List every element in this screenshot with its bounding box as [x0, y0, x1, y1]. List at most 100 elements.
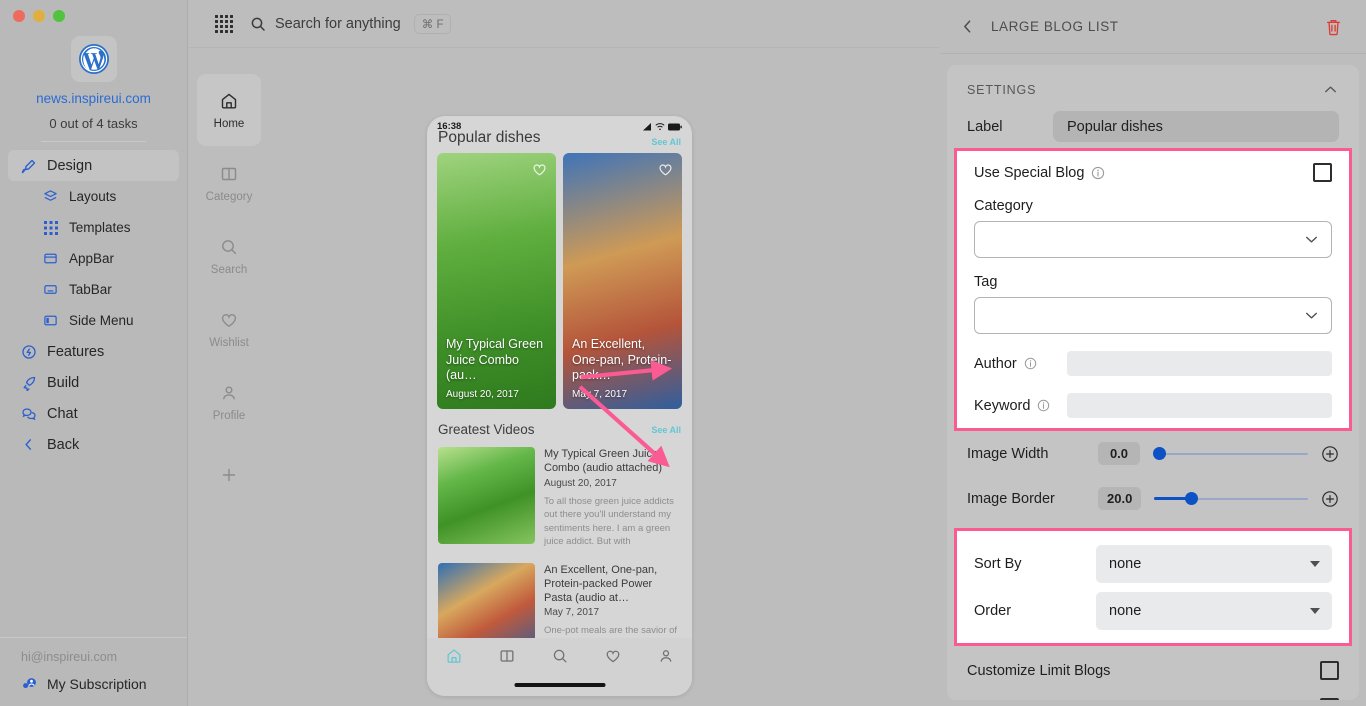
- plus-circle-icon[interactable]: [1321, 445, 1339, 463]
- keyword-input[interactable]: [1067, 393, 1332, 418]
- order-label: Order: [974, 602, 1012, 619]
- sort-by-value: none: [1109, 555, 1142, 572]
- heart-icon[interactable]: [657, 161, 674, 183]
- settings-section-header[interactable]: SETTINGS: [947, 65, 1359, 111]
- slider-knob[interactable]: [1185, 492, 1199, 505]
- videos-see-all-link[interactable]: See All: [651, 425, 681, 435]
- image-width-slider[interactable]: [1153, 446, 1308, 462]
- tabbar-category-icon[interactable]: [480, 647, 533, 665]
- enable-auto-sliding-checkbox[interactable]: [1320, 698, 1339, 700]
- info-icon[interactable]: [1037, 399, 1050, 412]
- sort-by-select[interactable]: none: [1096, 544, 1332, 583]
- sidebar-item-layouts[interactable]: Layouts: [8, 181, 179, 212]
- apps-grid-icon[interactable]: [215, 15, 233, 33]
- video-date: May 7, 2017: [544, 607, 600, 619]
- panel-header: LARGE BLOG LIST: [940, 0, 1366, 53]
- video-title: My Typical Green Juice Combo (audio atta…: [544, 448, 663, 475]
- use-special-blog-row[interactable]: Use Special Blog: [957, 163, 1349, 182]
- phone-status-bar: 16:38: [427, 116, 692, 132]
- caret-down-icon: [1310, 560, 1320, 567]
- tasks-counter: 0 out of 4 tasks: [49, 116, 138, 131]
- author-input[interactable]: [1067, 351, 1332, 376]
- sidebar-item-back[interactable]: Back: [8, 429, 179, 460]
- see-all-link[interactable]: See All: [651, 137, 681, 147]
- features-icon: [20, 343, 37, 360]
- blog-card[interactable]: My Typical Green Juice Combo (au… August…: [437, 153, 556, 409]
- minimize-window-button[interactable]: [33, 10, 45, 22]
- sidebar-item-templates[interactable]: Templates: [8, 212, 179, 243]
- customize-limit-blogs-checkbox[interactable]: [1320, 661, 1339, 680]
- tabbar-home-icon[interactable]: [427, 647, 480, 665]
- video-date: August 20, 2017: [544, 477, 617, 489]
- tabbar-search-icon[interactable]: [533, 647, 586, 665]
- subscription-icon: [21, 675, 38, 692]
- window-traffic-lights[interactable]: [0, 0, 187, 22]
- rail-item-label: Wishlist: [209, 336, 249, 349]
- order-select[interactable]: none: [1096, 591, 1332, 630]
- rail-item-search[interactable]: Search: [197, 220, 261, 292]
- battery-icon: [668, 123, 682, 130]
- search-placeholder: Search for anything: [275, 16, 401, 32]
- use-special-blog-label: Use Special Blog: [974, 164, 1085, 181]
- sidebar-item-appbar[interactable]: AppBar: [8, 243, 179, 274]
- info-icon[interactable]: [1091, 166, 1105, 180]
- trash-icon[interactable]: [1325, 18, 1342, 36]
- tabbar-profile-icon[interactable]: [639, 647, 692, 665]
- video-list-item[interactable]: My Typical Green Juice Combo (audio atta…: [427, 443, 692, 549]
- rocket-icon: [20, 374, 37, 391]
- sort-by-label: Sort By: [974, 555, 1022, 572]
- sidebar-item-my-subscription[interactable]: My Subscription: [0, 675, 187, 692]
- wordpress-logo-icon: [70, 36, 117, 82]
- blog-card-list: My Typical Green Juice Combo (au… August…: [427, 153, 692, 409]
- brush-icon: [20, 157, 37, 174]
- blog-card-caption: An Excellent, One-pan, Protein-pack… May…: [563, 329, 682, 409]
- caret-down-icon: [1310, 607, 1320, 614]
- keyword-label-wrap: Keyword: [974, 398, 1060, 414]
- rail-item-wishlist[interactable]: Wishlist: [197, 293, 261, 365]
- sidebar-item-tabbar[interactable]: TabBar: [8, 274, 179, 305]
- info-icon[interactable]: [1024, 357, 1037, 370]
- sidebar-item-design[interactable]: Design: [8, 150, 179, 181]
- rail-item-add[interactable]: [197, 439, 261, 511]
- heart-icon[interactable]: [531, 161, 548, 183]
- sidebar-item-chat[interactable]: Chat: [8, 398, 179, 429]
- rail-item-profile[interactable]: Profile: [197, 366, 261, 438]
- plus-circle-icon[interactable]: [1321, 490, 1339, 508]
- sidebar-item-features[interactable]: Features: [8, 336, 179, 367]
- use-special-blog-checkbox[interactable]: [1313, 163, 1332, 182]
- order-row: Order none: [957, 587, 1349, 634]
- blog-card[interactable]: An Excellent, One-pan, Protein-pack… May…: [563, 153, 682, 409]
- label-input[interactable]: Popular dishes: [1053, 111, 1339, 142]
- video-text: My Typical Green Juice Combo (audio atta…: [544, 447, 681, 549]
- blog-card-date: May 7, 2017: [572, 389, 628, 400]
- layers-icon: [42, 188, 59, 205]
- image-width-value[interactable]: 0.0: [1098, 442, 1140, 465]
- subscription-label: My Subscription: [47, 675, 147, 692]
- sidebar-nav: Design Layouts Templates AppBar TabBar S…: [0, 150, 187, 460]
- rail-item-home[interactable]: Home: [197, 74, 261, 146]
- rail-item-label: Home: [213, 117, 245, 130]
- sort-order-group: Sort By none Order none: [954, 528, 1352, 646]
- sort-by-row: Sort By none: [957, 540, 1349, 587]
- sidebar-item-build[interactable]: Build: [8, 367, 179, 398]
- chevron-up-icon[interactable]: [1322, 81, 1339, 98]
- close-window-button[interactable]: [13, 10, 25, 22]
- image-border-value[interactable]: 20.0: [1098, 487, 1142, 510]
- enable-auto-sliding-row[interactable]: Enable Auto Sliding: [947, 689, 1359, 700]
- customize-limit-blogs-row[interactable]: Customize Limit Blogs: [947, 652, 1359, 689]
- global-search[interactable]: Search for anything ⌘ F: [250, 14, 452, 34]
- category-select[interactable]: [974, 221, 1332, 258]
- rail-item-category[interactable]: Category: [197, 147, 261, 219]
- sidebar-item-side-menu[interactable]: Side Menu: [8, 305, 179, 336]
- chevron-left-icon[interactable]: [959, 18, 976, 35]
- rail-item-label: Profile: [212, 409, 246, 422]
- enable-auto-sliding-label: Enable Auto Sliding: [967, 700, 1320, 701]
- tag-select[interactable]: [974, 297, 1332, 334]
- videos-section-title: Greatest Videos: [438, 422, 535, 437]
- tabbar-wishlist-icon[interactable]: [586, 647, 639, 665]
- app-window: news.inspireui.com 0 out of 4 tasks Desi…: [0, 0, 1366, 706]
- site-url[interactable]: news.inspireui.com: [36, 91, 151, 106]
- maximize-window-button[interactable]: [53, 10, 65, 22]
- image-border-slider[interactable]: [1154, 491, 1308, 507]
- slider-knob[interactable]: [1153, 447, 1166, 460]
